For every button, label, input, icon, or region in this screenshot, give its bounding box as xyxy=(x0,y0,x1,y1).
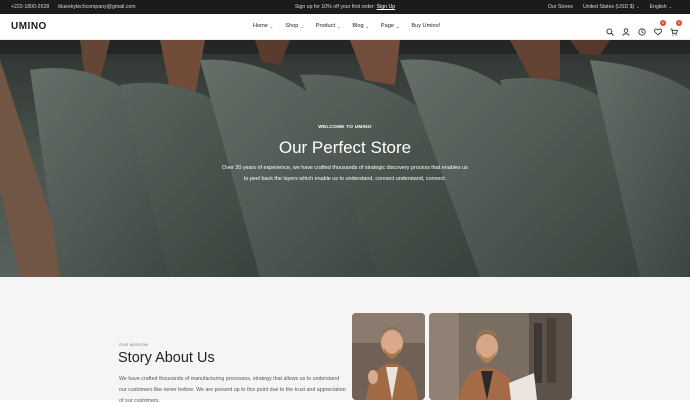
nav-item-blog[interactable]: Blog ⌄ xyxy=(352,23,369,29)
nav-item-shop[interactable]: Shop ⌄ xyxy=(285,23,303,29)
main-nav: Home ⌄ Shop ⌄ Product ⌄ Blog ⌄ Page ⌄ Buy Umi… xyxy=(253,23,440,29)
hero-banner: WELCOME TO UMINO Our Perfect Store Over … xyxy=(0,40,690,277)
nav-label: Page xyxy=(380,23,394,29)
signup-link[interactable]: Sign Up xyxy=(377,4,395,10)
wishlist-count-badge: 0 xyxy=(660,20,666,26)
chevron-down-icon: ⌄ xyxy=(668,4,672,9)
hero-eyebrow: WELCOME TO UMINO xyxy=(318,125,372,130)
account-icon[interactable] xyxy=(622,23,630,36)
chevron-down-icon: ⌄ xyxy=(636,4,640,9)
nav-label: Buy Umino! xyxy=(411,23,441,29)
nav-item-product[interactable]: Product ⌄ xyxy=(316,23,341,29)
nav-label: Blog xyxy=(352,23,364,29)
chevron-down-icon: ⌄ xyxy=(365,23,369,29)
language-select[interactable]: English ⌄ xyxy=(650,4,672,10)
nav-item-buy-umino[interactable]: Buy Umino! xyxy=(411,23,440,29)
site-header: UMINO Home ⌄ Shop ⌄ Product ⌄ Blog ⌄ Page ⌄ B… xyxy=(0,14,690,40)
story-photo-2 xyxy=(429,313,572,400)
history-icon[interactable] xyxy=(638,23,646,36)
nav-label: Home xyxy=(253,23,268,29)
story-text: We have crafted thousands of manufacturi… xyxy=(119,376,346,404)
nav-item-page[interactable]: Page ⌄ xyxy=(381,23,399,29)
hero-content: WELCOME TO UMINO Our Perfect Store Over … xyxy=(0,40,690,277)
logo[interactable]: UMINO xyxy=(11,21,47,32)
cart-icon[interactable]: 0 xyxy=(670,20,682,36)
chevron-down-icon: ⌄ xyxy=(337,23,341,29)
search-icon[interactable] xyxy=(606,23,614,36)
our-stores-link[interactable]: Our Stores xyxy=(548,4,573,10)
promo-text: Sign up for 10% off your first order: xyxy=(294,4,376,10)
wishlist-icon[interactable]: 0 xyxy=(654,20,666,36)
chevron-down-icon: ⌄ xyxy=(269,23,274,29)
hero-title: Our Perfect Store xyxy=(278,138,412,157)
mission-eyebrow: OUR MISSION xyxy=(119,342,149,347)
chevron-down-icon: ⌄ xyxy=(396,23,400,29)
nav-label: Product xyxy=(315,23,335,29)
nav-item-home[interactable]: Home ⌄ xyxy=(253,23,273,29)
language-label: English xyxy=(649,4,667,10)
hero-description: Over 20 years of experience, we have cra… xyxy=(222,165,468,182)
story-title: Story About Us xyxy=(118,350,215,366)
chevron-down-icon: ⌄ xyxy=(300,23,304,29)
story-photo-1 xyxy=(352,313,425,400)
announcement-bar: +222-1800-2628 blueskytechcompany@gmail.… xyxy=(0,0,690,14)
currency-select[interactable]: United States (USD $) ⌄ xyxy=(583,4,640,10)
currency-label: United States (USD $) xyxy=(582,4,635,10)
cart-count-badge: 0 xyxy=(676,20,682,26)
nav-label: Shop xyxy=(285,23,299,29)
